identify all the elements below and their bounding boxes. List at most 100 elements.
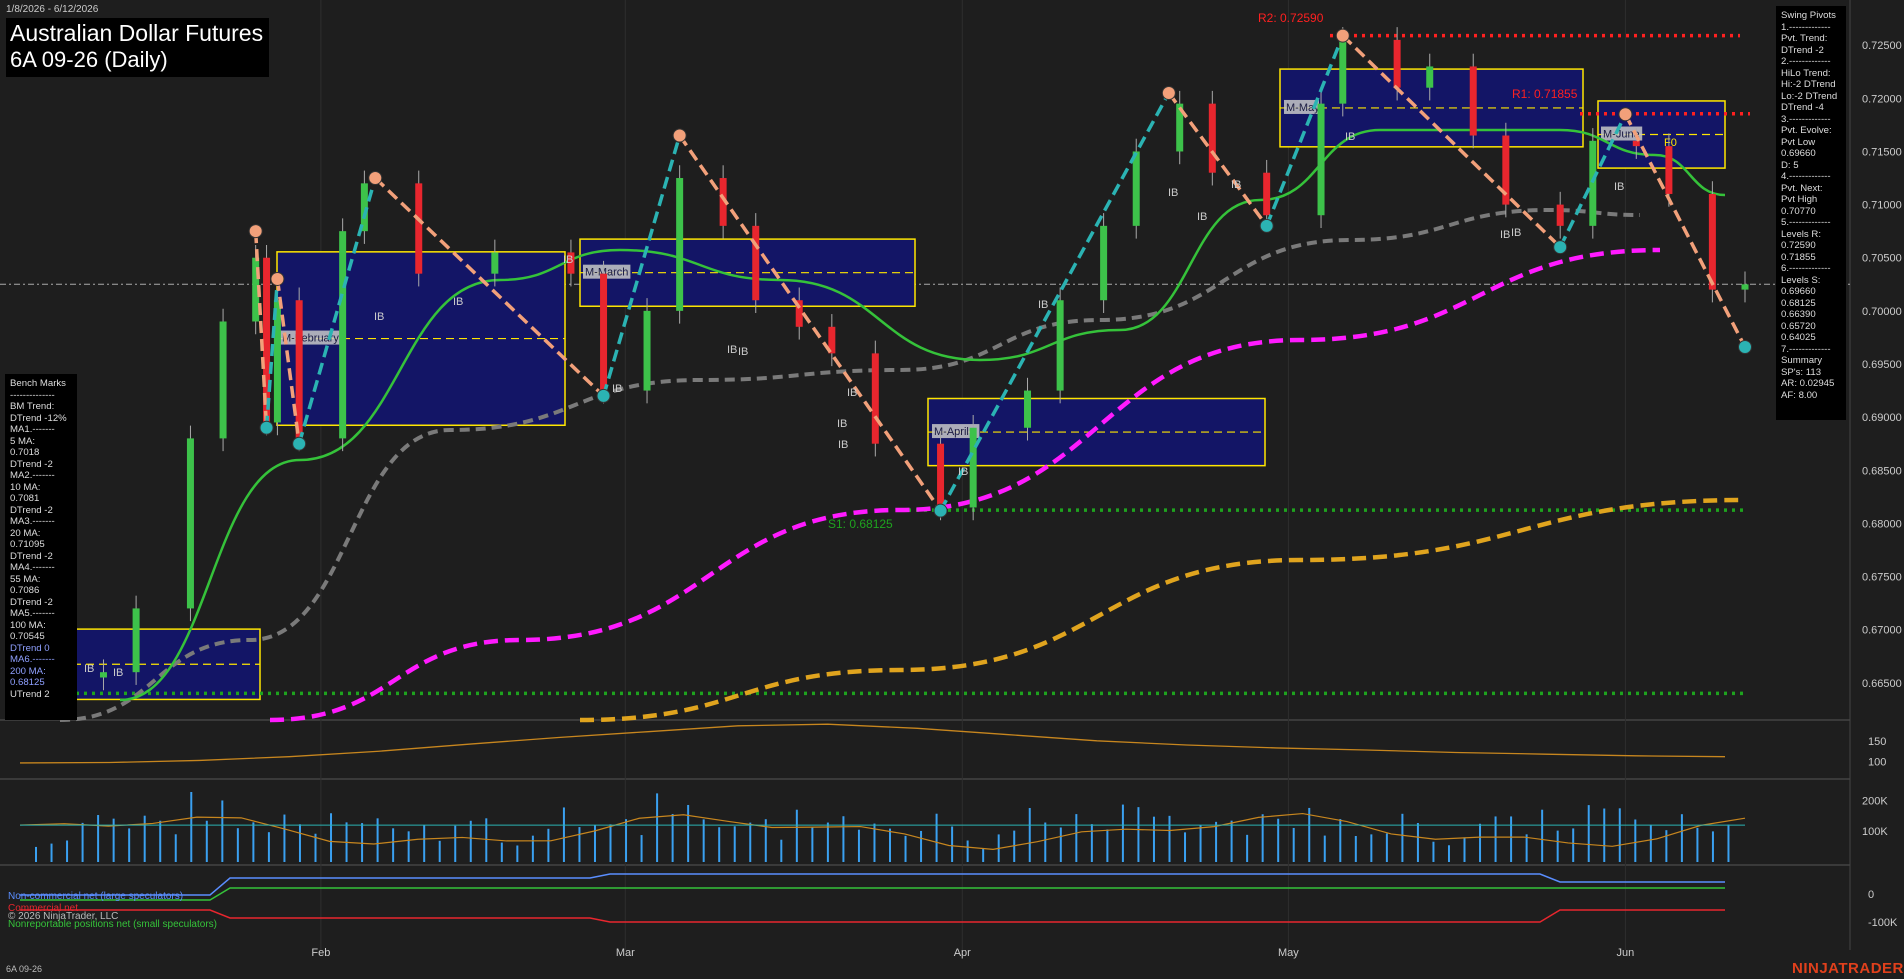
candle-body bbox=[1100, 225, 1108, 301]
candle-body bbox=[1665, 146, 1673, 194]
chart-title-box: Australian Dollar Futures 6A 09-26 (Dail… bbox=[6, 18, 270, 77]
bench-marks-line: 10 MA: bbox=[10, 481, 41, 493]
resistance-level-label: R1: 0.71855 bbox=[1512, 87, 1578, 101]
candle-body bbox=[1469, 66, 1477, 136]
y-tick-label: 0.67000 bbox=[1862, 625, 1902, 637]
volume-tick: 100K bbox=[1862, 826, 1888, 838]
indicator-tick: 150 bbox=[1868, 736, 1886, 748]
swing-pivots-panel-line: 4.------------- bbox=[1781, 171, 1831, 182]
inside-bar-tag: IB bbox=[453, 296, 463, 308]
bench-marks-line: 20 MA: bbox=[10, 527, 41, 539]
swing-pivots-panel-line: HiLo Trend: bbox=[1781, 67, 1831, 79]
inside-bar-tag: IB bbox=[84, 663, 94, 675]
inside-bar-tag: IB bbox=[1345, 131, 1355, 143]
pivot-low-marker bbox=[1738, 339, 1752, 354]
candle-body bbox=[1426, 66, 1434, 88]
swing-pivots-panel-line: Lo:-2 DTrend bbox=[1781, 90, 1838, 102]
candle-body bbox=[219, 321, 227, 439]
bench-marks-line: MA2.------- bbox=[10, 470, 55, 481]
bench-marks-line: 0.7086 bbox=[10, 585, 40, 596]
inside-bar-tag: IB bbox=[738, 346, 748, 358]
bench-marks-line: 200 MA: bbox=[10, 665, 46, 677]
swing-pivots-panel-line: Summary bbox=[1781, 355, 1823, 366]
y-tick-label: 0.72000 bbox=[1862, 93, 1902, 105]
date-range: 1/8/2026 - 6/12/2026 bbox=[6, 4, 99, 15]
swing-pivots-panel-line: DTrend -4 bbox=[1781, 102, 1824, 113]
x-tick-label: May bbox=[1278, 947, 1299, 959]
candle-body bbox=[339, 231, 347, 439]
swing-pivots-panel-line: 0.70770 bbox=[1781, 205, 1816, 217]
bench-marks-line: DTrend -2 bbox=[10, 504, 53, 516]
inside-bar-tag: IB bbox=[1511, 227, 1521, 239]
bench-marks-line: -------------- bbox=[10, 389, 55, 401]
bench-marks-line: 0.7081 bbox=[10, 493, 40, 504]
candle-body bbox=[1393, 39, 1401, 88]
bench-marks-line: 55 MA: bbox=[10, 573, 41, 585]
candle-body bbox=[132, 608, 140, 673]
bench-marks-line: DTrend 0 bbox=[10, 642, 50, 654]
resistance-level-label: R2: 0.72590 bbox=[1258, 11, 1324, 25]
swing-pivots-panel-line: 0.69660 bbox=[1781, 286, 1816, 297]
inside-bar-tag: IB bbox=[374, 311, 384, 323]
candle-body bbox=[99, 672, 107, 678]
bench-marks-line: DTrend -12% bbox=[10, 412, 67, 424]
y-tick-label: 0.68500 bbox=[1862, 465, 1902, 477]
pivot-high-marker bbox=[1335, 28, 1350, 43]
inside-bar-tag: IB bbox=[958, 466, 968, 478]
swing-pivots-panel-line: Pvt High bbox=[1781, 194, 1818, 205]
y-tick-label: 0.69000 bbox=[1862, 412, 1902, 424]
swing-pivots-panel-line: 7.------------- bbox=[1781, 343, 1831, 355]
y-tick-label: 0.66500 bbox=[1862, 678, 1902, 690]
candle-body bbox=[969, 427, 977, 508]
instrument-label: 6A 09-26 bbox=[6, 964, 43, 974]
pivot-low-marker bbox=[1553, 240, 1568, 255]
swing-pivots-title: Swing Pivots bbox=[1781, 10, 1836, 21]
swing-pivots-panel-line: 0.64025 bbox=[1781, 332, 1816, 343]
candle-body bbox=[295, 300, 303, 439]
chart-subtitle: 6A 09-26 (Daily) bbox=[10, 47, 168, 72]
pivot-low-marker bbox=[1259, 218, 1274, 233]
bench-marks-line: MA1.------- bbox=[10, 424, 55, 435]
bench-marks-line: MA4.------- bbox=[10, 562, 55, 573]
inside-bar-tag: IB bbox=[1038, 299, 1048, 311]
y-tick-label: 0.68000 bbox=[1862, 518, 1902, 530]
legend-nonreportable: Nonreportable positions net (small specu… bbox=[8, 919, 217, 930]
swing-pivots-panel-line: Levels R: bbox=[1781, 228, 1821, 240]
bench-marks-line: MA5.------- bbox=[10, 608, 55, 619]
swing-pivots-panel-line: 0.69660 bbox=[1781, 148, 1816, 159]
x-tick-label: Feb bbox=[311, 947, 330, 959]
volume-tick: 200K bbox=[1862, 795, 1888, 807]
swing-pivots-panel-line: 1.------------- bbox=[1781, 21, 1831, 33]
x-tick-label: Mar bbox=[616, 947, 635, 959]
legend-noncommercial: Non-commercial net (large speculators) bbox=[8, 891, 184, 902]
inside-bar-tag: IB bbox=[838, 439, 848, 451]
pivot-low-marker bbox=[933, 503, 948, 518]
candle-body bbox=[1024, 390, 1032, 428]
chart-title: Australian Dollar Futures bbox=[10, 20, 264, 46]
candle-body bbox=[1208, 103, 1216, 173]
swing-pivots-panel-line: 0.72590 bbox=[1781, 240, 1816, 251]
candle-body bbox=[937, 443, 945, 508]
inside-bar-tag: IB bbox=[1500, 229, 1510, 241]
bench-marks-line: UTrend 2 bbox=[10, 688, 50, 700]
y-tick-label: 0.69500 bbox=[1862, 359, 1902, 371]
support-level-label: S1: 0.68125 bbox=[828, 517, 893, 531]
indicator-tick: 100 bbox=[1868, 757, 1886, 769]
swing-pivots-panel-line: 5.------------- bbox=[1781, 217, 1831, 228]
candle-body bbox=[1741, 284, 1749, 290]
inside-bar-tag: IB bbox=[113, 667, 123, 679]
pivot-high-marker bbox=[1618, 107, 1633, 122]
candle-body bbox=[1556, 204, 1564, 226]
inside-bar-tag: IB bbox=[563, 254, 573, 266]
candle-body bbox=[415, 183, 423, 274]
swing-pivots-panel-line: Pvt. Evolve: bbox=[1781, 125, 1832, 136]
candle-body bbox=[1589, 140, 1597, 226]
price-chart[interactable]: Feb Mar Apr May Jun M-FebruaryM-MarchM-April… bbox=[0, 0, 1904, 979]
inside-bar-tag: IB bbox=[727, 344, 737, 356]
pivot-high-marker bbox=[248, 224, 263, 239]
bench-marks-line: 100 MA: bbox=[10, 619, 46, 631]
ninjatrader-logo: NINJATRADER bbox=[1792, 960, 1904, 977]
bench-marks-line: MA6.------- bbox=[10, 654, 55, 665]
swing-pivots-panel: Swing Pivots 1.------------- Pvt. Trend: D… bbox=[1776, 6, 1846, 420]
bench-marks-line: DTrend -2 bbox=[10, 596, 53, 608]
